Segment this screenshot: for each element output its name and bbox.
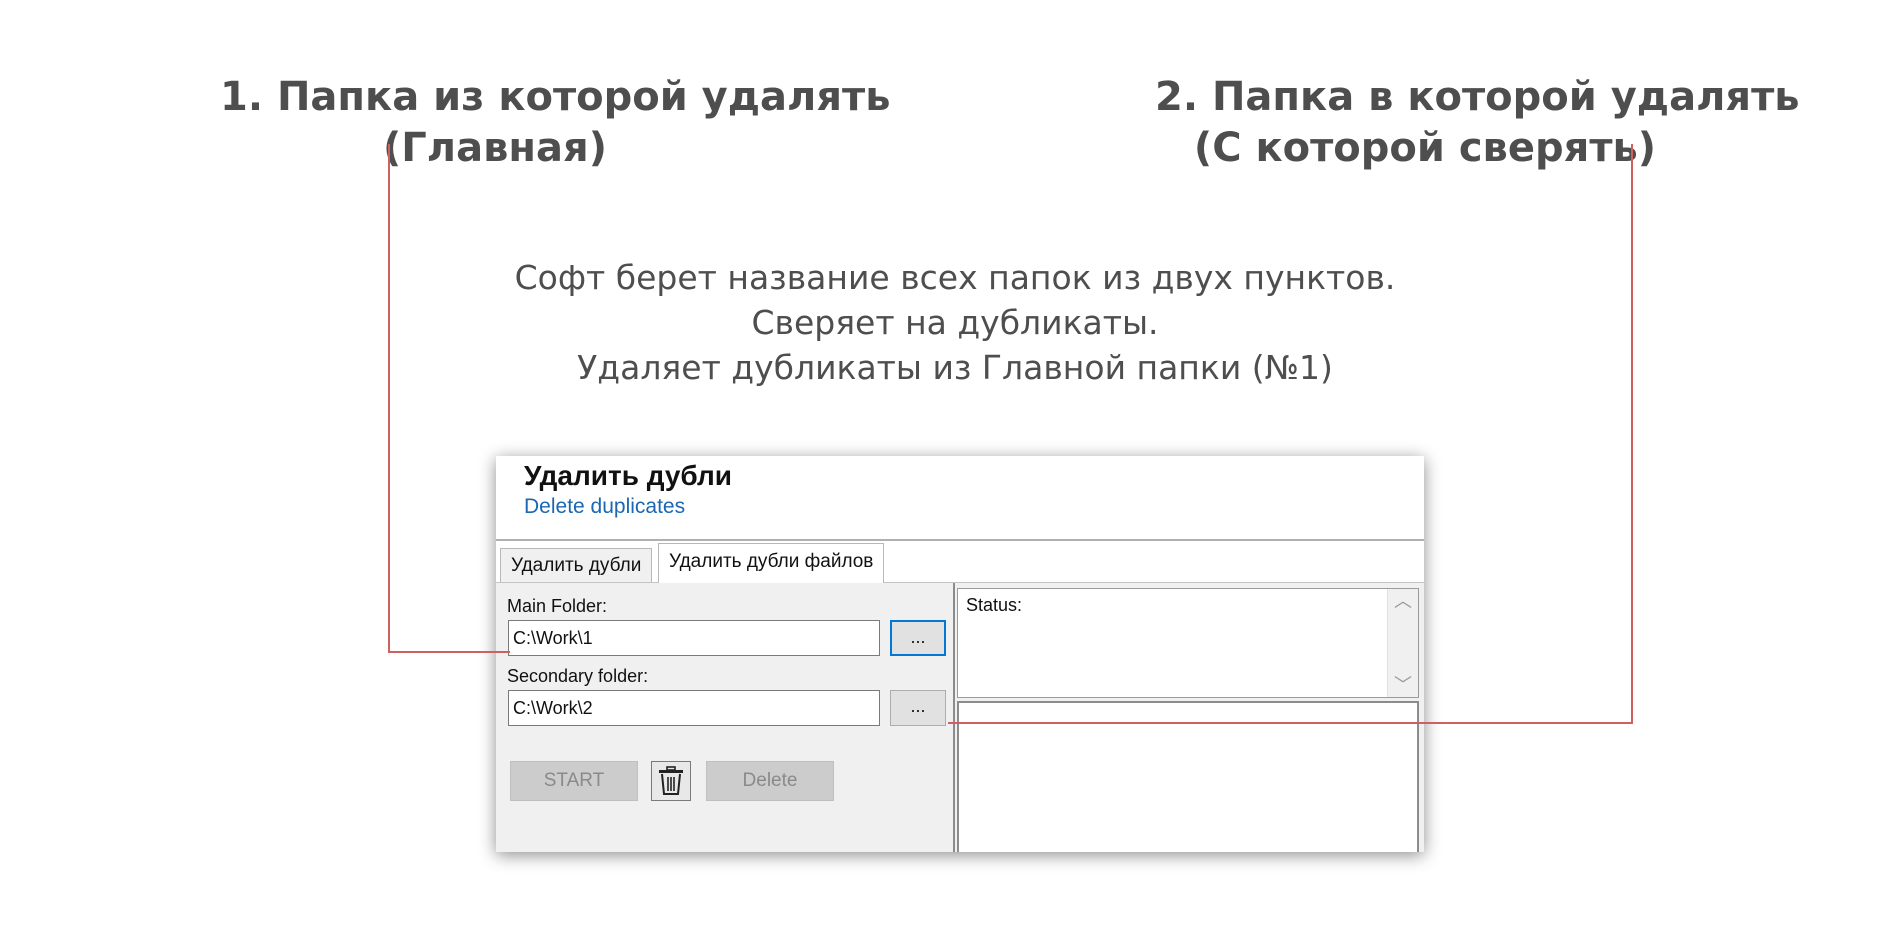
- description: Софт берет название всех папок из двух п…: [400, 255, 1510, 390]
- delete-button[interactable]: Delete: [706, 761, 834, 801]
- secondary-folder-input[interactable]: C:\Work\2: [508, 690, 880, 726]
- secondary-folder-leader-horizontal: [948, 722, 1633, 724]
- start-button[interactable]: START: [510, 761, 638, 801]
- main-folder-label: Main Folder:: [507, 596, 608, 616]
- main-folder-leader-vertical: [388, 144, 390, 652]
- tab-delete-duplicates[interactable]: Удалить дубли: [500, 548, 653, 582]
- annotation-line: (Главная): [383, 125, 607, 171]
- annotation-line: 1. Папка из которой удалять: [220, 74, 891, 120]
- app-window: Удалить дубли Delete duplicates Удалить …: [496, 456, 1424, 852]
- tab-delete-file-duplicates[interactable]: Удалить дубли файлов: [658, 543, 885, 583]
- status-label: Status:: [966, 595, 1023, 615]
- annotation-line: 2. Папка в которой удалять: [1155, 74, 1800, 120]
- chevron-up-icon[interactable]: ︿: [1388, 591, 1418, 611]
- description-line: Удаляет дубликаты из Главной папки (№1): [577, 348, 1333, 387]
- app-title: Удалить дубли: [524, 460, 732, 491]
- clear-button[interactable]: [651, 761, 691, 801]
- main-folder-leader-horizontal: [388, 651, 510, 653]
- trash-icon: [659, 766, 683, 795]
- description-line: Софт берет название всех папок из двух п…: [514, 258, 1396, 297]
- secondary-folder-annotation: 2. Папка в которой удалять (С которой св…: [1155, 72, 1800, 174]
- header-divider: [496, 539, 1424, 541]
- panel-divider[interactable]: [953, 583, 955, 852]
- browse-secondary-folder-button[interactable]: ...: [890, 690, 946, 726]
- chevron-down-icon[interactable]: ﹀: [1388, 675, 1418, 695]
- secondary-folder-label: Secondary folder:: [507, 666, 649, 686]
- main-folder-input[interactable]: C:\Work\1: [508, 620, 880, 656]
- annotation-line: (С которой сверять): [1193, 125, 1657, 171]
- secondary-folder-leader-vertical: [1631, 144, 1633, 724]
- app-subtitle: Delete duplicates: [524, 495, 686, 518]
- description-line: Сверяет на дубликаты.: [751, 303, 1159, 342]
- status-scrollbar[interactable]: ︿ ﹀: [1387, 589, 1418, 697]
- main-folder-annotation: 1. Папка из которой удалять (Главная): [220, 72, 891, 174]
- status-box[interactable]: Status: ︿ ﹀: [957, 588, 1419, 698]
- browse-main-folder-button[interactable]: ...: [890, 620, 946, 656]
